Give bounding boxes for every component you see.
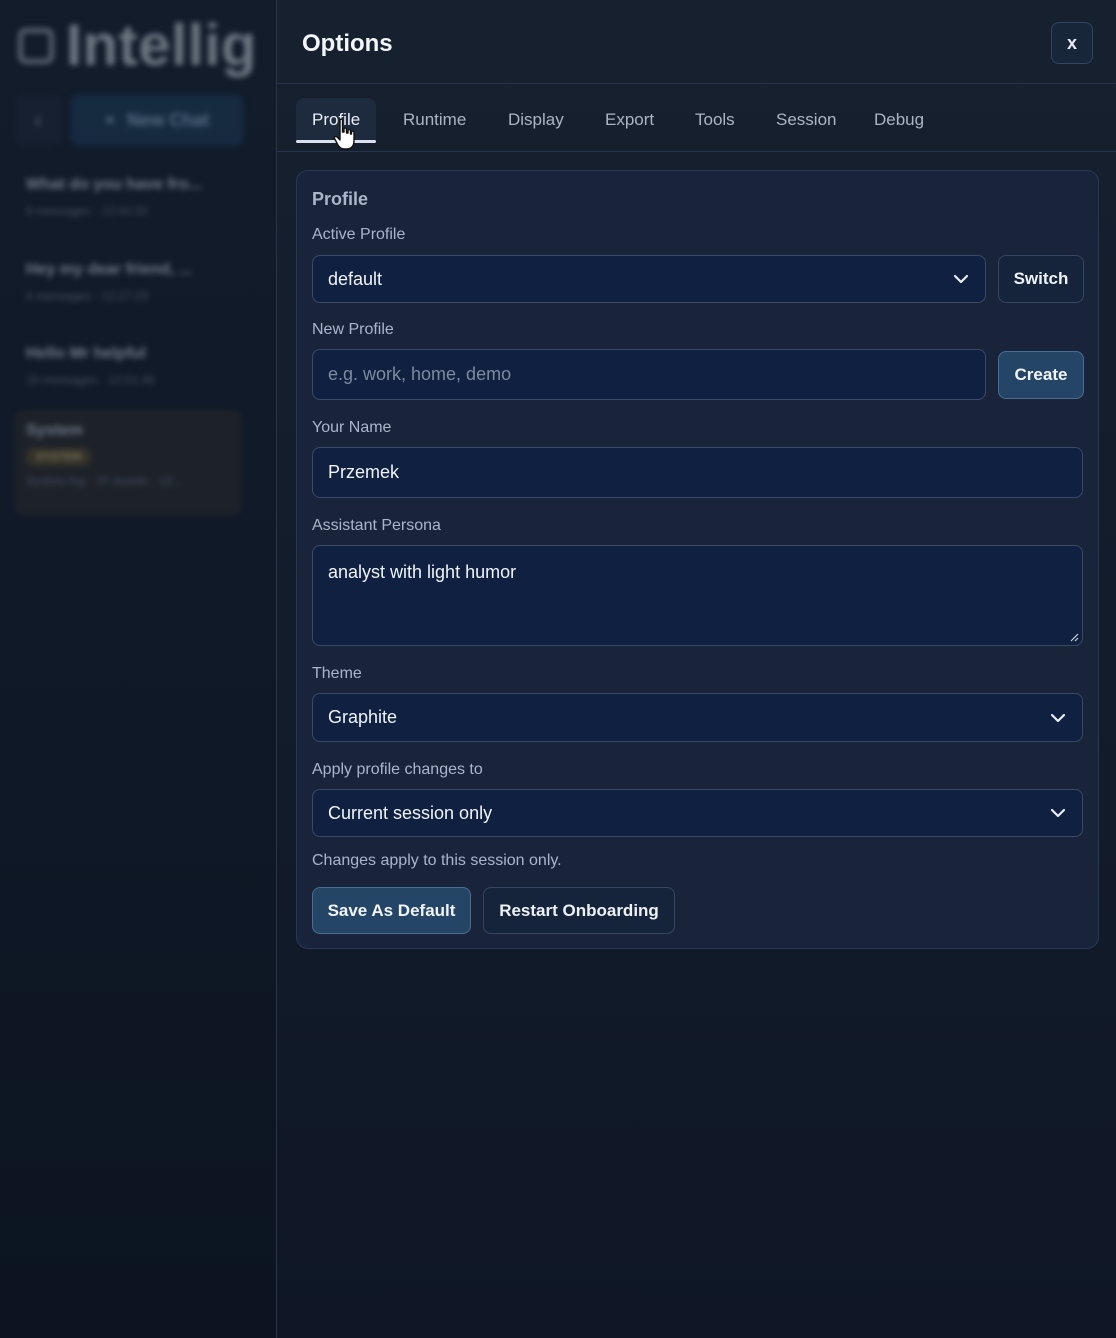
new-chat-label: New Chat <box>127 109 210 130</box>
options-panel: Options x Profile Runtime Display Export… <box>276 0 1116 1338</box>
plus-icon: + <box>104 109 116 130</box>
tab-runtime[interactable]: Runtime <box>403 110 466 142</box>
theme-value: Graphite <box>328 707 398 727</box>
your-name-label: Your Name <box>312 419 392 436</box>
tab-debug[interactable]: Debug <box>874 110 924 142</box>
profile-card: Profile Active Profile default Switch Ne… <box>296 170 1099 949</box>
chat-list-item: Hello Mr helpful 16 messages · 12:01:46 <box>14 333 242 399</box>
theme-label: Theme <box>312 665 362 682</box>
assistant-persona-textarea[interactable]: analyst with light humor <box>312 545 1083 646</box>
assistant-persona-label: Assistant Persona <box>312 517 441 534</box>
app-logo: Intellig <box>18 12 257 79</box>
apply-changes-hint: Changes apply to this session only. <box>312 852 562 869</box>
chevron-down-icon <box>1050 808 1066 818</box>
chevron-down-icon <box>1050 713 1066 722</box>
your-name-value: Przemek <box>328 462 400 482</box>
collapse-sidebar-button: ‹ <box>14 94 62 146</box>
tab-session[interactable]: Session <box>776 110 836 142</box>
create-button[interactable]: Create <box>998 351 1084 399</box>
assistant-persona-value: analyst with light humor <box>328 562 517 582</box>
apply-changes-value: Current session only <box>328 802 493 823</box>
theme-select[interactable]: Graphite <box>312 693 1083 742</box>
tab-export[interactable]: Export <box>605 110 654 142</box>
logo-mark-icon <box>18 27 54 64</box>
chat-meta: 6 messages · 12:42:32 <box>26 204 149 218</box>
active-profile-label: Active Profile <box>312 226 406 243</box>
close-button[interactable]: x <box>1051 22 1093 64</box>
chat-title: System <box>26 422 83 439</box>
chevron-down-icon <box>953 274 969 284</box>
save-as-default-button[interactable]: Save As Default <box>312 887 471 934</box>
new-chat-button: + New Chat <box>70 94 244 146</box>
tab-tools[interactable]: Tools <box>695 110 735 142</box>
your-name-input[interactable]: Przemek <box>312 447 1083 498</box>
system-badge: SYSTEM <box>26 448 92 466</box>
new-profile-input[interactable]: e.g. work, home, demo <box>312 349 986 400</box>
chat-title: Hey my dear friend, ... <box>26 261 193 278</box>
active-profile-select[interactable]: default <box>312 255 986 303</box>
apply-changes-label: Apply profile changes to <box>312 761 483 778</box>
system-chat-item: System SYSTEM System log · 37 events · 1… <box>14 410 242 516</box>
apply-changes-select[interactable]: Current session only <box>312 789 1083 837</box>
section-title: Profile <box>312 189 369 209</box>
new-profile-placeholder: e.g. work, home, demo <box>328 364 512 384</box>
tab-profile[interactable]: Profile <box>296 98 377 143</box>
tab-display[interactable]: Display <box>508 110 564 142</box>
background-sidebar: Intellig ‹ + New Chat What do you have f… <box>0 0 276 1338</box>
tab-bar: Profile Runtime Display Export Tools Ses… <box>277 84 1116 152</box>
logo-text: Intellig <box>66 13 257 78</box>
restart-onboarding-button[interactable]: Restart Onboarding <box>483 887 675 934</box>
panel-title: Options <box>302 30 393 57</box>
chat-meta: 16 messages · 12:01:46 <box>26 373 155 387</box>
chat-meta: 4 messages · 12:27:23 <box>26 289 149 303</box>
background-blur-layer: Intellig ‹ + New Chat What do you have f… <box>0 0 276 1338</box>
chat-list-item: Hey my dear friend, ... 4 messages · 12:… <box>14 249 242 315</box>
panel-header: Options x <box>277 0 1116 84</box>
new-profile-label: New Profile <box>312 321 394 338</box>
chat-meta: System log · 37 events · 12:... <box>26 474 186 488</box>
chat-title: Hello Mr helpful <box>26 345 146 362</box>
chat-title: What do you have fro... <box>26 176 203 193</box>
active-profile-value: default <box>328 268 383 289</box>
resize-grip-icon[interactable] <box>1069 632 1079 642</box>
switch-button[interactable]: Switch <box>998 255 1084 303</box>
chat-list-item: What do you have fro... 6 messages · 12:… <box>14 164 242 230</box>
